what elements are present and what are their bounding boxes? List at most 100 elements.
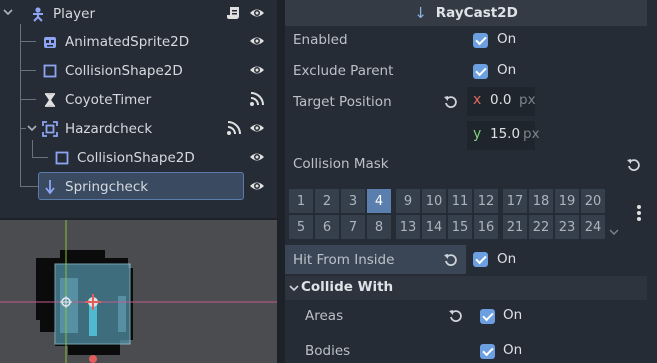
tree-connector <box>20 128 26 129</box>
mask-layer-5[interactable]: 5 <box>289 215 313 239</box>
mask-layer-12[interactable]: 12 <box>474 189 498 213</box>
tree-item-label: CoyoteTimer <box>65 91 152 108</box>
visibility-eye-icon[interactable] <box>249 149 265 165</box>
tree-connector <box>20 186 38 187</box>
collapse-arrow-icon[interactable] <box>27 123 37 133</box>
mask-layer-21[interactable]: 21 <box>503 215 527 239</box>
mask-layer-24[interactable]: 24 <box>581 215 605 239</box>
target-position-x-field[interactable]: x 0.0 px <box>467 87 536 116</box>
y-value: 15.0 <box>490 126 521 142</box>
tree-item-label: CollisionShape2D <box>65 62 183 79</box>
hit-from-inside-value: On <box>497 251 517 267</box>
mask-layer-1[interactable]: 1 <box>289 189 313 213</box>
target-position-y-field[interactable]: y 15.0 px <box>467 121 540 150</box>
tree-item-hazardcheck[interactable]: Hazardcheck <box>42 115 152 142</box>
property-label: Bodies <box>305 343 351 359</box>
signal-icon[interactable] <box>226 120 242 136</box>
tree-item-animatedsprite2d[interactable]: AnimatedSprite2D <box>42 28 189 55</box>
hit-from-inside-checkbox[interactable] <box>473 252 488 267</box>
mask-layer-8[interactable]: 8 <box>367 215 391 239</box>
mask-layer-19[interactable]: 19 <box>555 189 579 213</box>
property-label: Hit From Inside <box>293 252 395 268</box>
mask-layer-14[interactable]: 14 <box>422 215 446 239</box>
mask-layer-3[interactable]: 3 <box>341 189 365 213</box>
mask-layer-9[interactable]: 9 <box>396 189 420 213</box>
property-label: Target Position <box>293 94 392 110</box>
mask-layer-6[interactable]: 6 <box>315 215 339 239</box>
tree-item-collisionshape2d-nested[interactable]: CollisionShape2D <box>54 144 195 171</box>
mask-layer-7[interactable]: 7 <box>341 215 365 239</box>
property-collision-mask: Collision Mask <box>285 152 647 182</box>
tree-item-label: CollisionShape2D <box>77 149 195 166</box>
mask-layer-23[interactable]: 23 <box>555 215 579 239</box>
mask-layer-13[interactable]: 13 <box>396 215 420 239</box>
inspector-node-header: ↓ RayCast2D <box>285 0 647 26</box>
tree-item-label: Hazardcheck <box>65 120 153 137</box>
visibility-eye-icon[interactable] <box>249 33 265 49</box>
enabled-value: On <box>497 31 517 47</box>
collapse-arrow-icon[interactable] <box>3 7 13 17</box>
areas-checkbox[interactable] <box>480 309 495 324</box>
tree-item-player[interactable]: Player <box>30 0 95 27</box>
mask-layer-16[interactable]: 16 <box>474 215 498 239</box>
property-label: Exclude Parent <box>293 63 394 79</box>
mask-layer-10[interactable]: 10 <box>422 189 446 213</box>
mask-layer-4[interactable]: 4 <box>367 189 391 213</box>
tree-connector <box>32 140 33 157</box>
mask-expand-chevron-icon[interactable] <box>609 228 619 236</box>
mask-layer-20[interactable]: 20 <box>581 189 605 213</box>
script-icon[interactable] <box>226 5 242 21</box>
enabled-checkbox[interactable] <box>473 33 488 48</box>
property-areas: Areas <box>285 302 647 332</box>
mask-layer-15[interactable]: 15 <box>448 215 472 239</box>
collapse-arrow-icon <box>289 285 299 292</box>
revert-icon[interactable] <box>449 309 463 323</box>
tree-item-label: Springcheck <box>65 178 149 195</box>
property-label: Collision Mask <box>293 156 389 172</box>
viewport-canvas <box>0 220 277 363</box>
raycast-icon: ↓ <box>414 4 427 22</box>
panel-splitter-vertical[interactable] <box>277 0 285 363</box>
tree-item-collisionshape2d[interactable]: CollisionShape2D <box>42 57 183 84</box>
property-label: Enabled <box>293 32 348 48</box>
mask-layer-11[interactable]: 11 <box>448 189 472 213</box>
bodies-checkbox[interactable] <box>480 344 495 359</box>
tree-connector <box>32 157 48 158</box>
mask-layer-22[interactable]: 22 <box>529 215 553 239</box>
tree-item-label: AnimatedSprite2D <box>65 33 190 50</box>
tree-connector <box>20 41 36 42</box>
tree-connector <box>20 70 36 71</box>
tree-item-springcheck[interactable]: Springcheck <box>42 173 148 200</box>
area2d-icon <box>42 120 58 137</box>
collision-shape-icon <box>54 150 70 166</box>
mask-layer-17[interactable]: 17 <box>503 189 527 213</box>
x-axis-label: x <box>473 92 482 108</box>
property-exclude-parent: Exclude Parent <box>285 57 647 87</box>
mask-layer-18[interactable]: 18 <box>529 189 553 213</box>
visibility-eye-icon[interactable] <box>249 62 265 78</box>
mask-layer-2[interactable]: 2 <box>315 189 339 213</box>
character-body-icon <box>30 6 46 22</box>
signal-icon[interactable] <box>249 91 265 107</box>
collide-with-section-header[interactable]: Collide With <box>285 276 647 300</box>
property-enabled: Enabled <box>285 26 647 56</box>
scene-viewport[interactable] <box>0 220 277 363</box>
revert-icon[interactable] <box>444 95 458 109</box>
revert-icon[interactable] <box>444 253 458 267</box>
exclude-parent-value: On <box>497 62 517 78</box>
inspector-node-type: RayCast2D <box>435 5 518 21</box>
exclude-parent-checkbox[interactable] <box>473 64 488 79</box>
revert-icon[interactable] <box>627 158 641 172</box>
property-label: Areas <box>305 308 344 324</box>
inspector-panel: ↓ RayCast2D Enabled On Exclude Parent On… <box>285 0 657 363</box>
scene-tree-panel: Player AnimatedSprite2D CollisionShape2D… <box>0 0 277 218</box>
visibility-eye-icon[interactable] <box>249 5 265 21</box>
property-target-position: Target Position <box>285 88 647 118</box>
areas-value: On <box>503 307 523 323</box>
more-options-icon[interactable] <box>636 204 642 222</box>
tree-item-label: Player <box>53 5 96 22</box>
visibility-eye-icon[interactable] <box>249 120 265 136</box>
tree-item-coyotetimer[interactable]: CoyoteTimer <box>42 86 151 113</box>
tree-connector <box>20 99 36 100</box>
visibility-eye-icon[interactable] <box>249 178 265 194</box>
